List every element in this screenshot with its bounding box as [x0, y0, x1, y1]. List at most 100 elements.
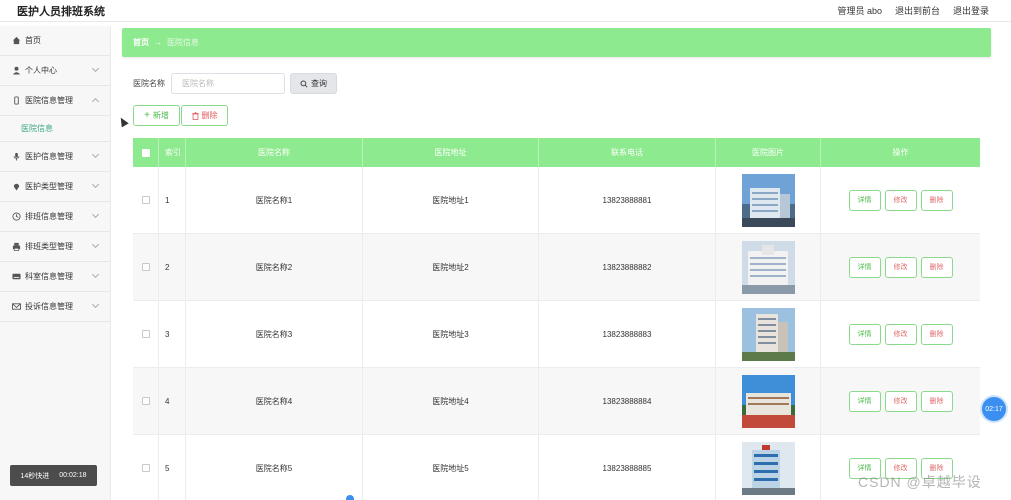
action-bar: + 新增 删除 — [133, 105, 228, 126]
add-button[interactable]: + 新增 — [133, 105, 180, 126]
delete-button[interactable]: 删除 — [920, 189, 953, 211]
row-phone: 13823888883 — [539, 301, 716, 367]
edit-button[interactable]: 修改 — [884, 189, 917, 211]
select-all-cell — [133, 138, 159, 167]
row-checkbox[interactable] — [141, 196, 150, 204]
row-index: 3 — [159, 301, 186, 367]
sidebar-item-medical-type[interactable]: 医护类型管理 — [0, 172, 110, 202]
home-icon — [11, 36, 21, 46]
column-header-name[interactable]: 医院名称 — [186, 138, 363, 167]
detail-button[interactable]: 详情 — [848, 390, 881, 412]
hospital-photo[interactable] — [741, 240, 795, 294]
app-title: 医护人员排班系统 — [17, 5, 105, 18]
row-phone: 13823888881 — [539, 167, 716, 233]
sidebar-item-label: 投诉信息管理 — [25, 302, 73, 311]
sidebar-item-personal-center[interactable]: 个人中心 — [0, 56, 110, 86]
csdn-watermark: CSDN @卓越毕设 — [858, 474, 982, 490]
sidebar-item-medical-staff-info[interactable]: 医护信息管理 — [0, 142, 110, 172]
chevron-up-icon — [91, 97, 100, 106]
breadcrumb-home[interactable]: 首页 — [133, 37, 149, 48]
edit-button[interactable]: 修改 — [884, 256, 917, 278]
printer-icon — [11, 242, 21, 252]
search-bar: 医院名称 查询 — [133, 73, 337, 94]
row-hospital-address: 医院地址3 — [363, 301, 539, 367]
table-header: 索引 医院名称 医院地址 联系电话 医院图片 操作 — [133, 138, 980, 167]
edit-button[interactable]: 修改 — [884, 390, 917, 412]
row-index: 2 — [159, 234, 186, 300]
row-hospital-address: 医院地址4 — [363, 368, 539, 434]
sidebar-item-schedule-info[interactable]: 排班信息管理 — [0, 202, 110, 232]
row-actions: 详情 修改 删除 — [821, 368, 980, 434]
sidebar-item-label: 医护信息管理 — [25, 152, 73, 161]
chevron-down-icon — [91, 64, 100, 73]
clock-icon — [11, 212, 21, 222]
sidebar-item-label: 个人中心 — [25, 66, 57, 75]
row-checkbox[interactable] — [141, 397, 150, 405]
column-header-image[interactable]: 医院图片 — [716, 138, 821, 167]
sidebar: 首页 个人中心 医院信息管理 医院信息 医护信息管理 医护类型管理 排班信息管理 — [0, 26, 111, 500]
sidebar-item-department-info[interactable]: 科室信息管理 — [0, 262, 110, 292]
row-actions: 详情 修改 删除 — [821, 234, 980, 300]
exit-to-front-link[interactable]: 退出到前台 — [895, 4, 940, 17]
breadcrumb-current: 医院信息 — [167, 38, 199, 47]
scroll-indicator[interactable] — [346, 495, 354, 500]
row-actions: 详情 修改 删除 — [821, 167, 980, 233]
detail-button[interactable]: 详情 — [848, 189, 881, 211]
search-button[interactable]: 查询 — [290, 73, 337, 94]
row-image-cell — [716, 167, 821, 233]
hospital-photo[interactable] — [741, 307, 795, 361]
sidebar-item-label: 医护类型管理 — [25, 182, 73, 191]
batch-delete-button[interactable]: 删除 — [181, 105, 228, 126]
delete-button-label: 删除 — [201, 111, 218, 120]
row-checkbox[interactable] — [141, 263, 150, 271]
submenu-item-hospital-info[interactable]: 医院信息 — [0, 116, 110, 142]
main-content: 首页 → 医院信息 医院名称 查询 + 新增 删除 索引 医院名称 医院地址 联… — [122, 28, 991, 500]
phone-icon — [11, 96, 21, 106]
hospital-name-search-input[interactable] — [171, 73, 285, 94]
hospital-photo[interactable] — [741, 173, 795, 227]
sidebar-item-label: 首页 — [25, 36, 41, 45]
row-checkbox[interactable] — [141, 330, 150, 338]
row-index: 5 — [159, 435, 186, 500]
timer-speed-label: 14秒快进 — [20, 472, 50, 480]
row-hospital-address: 医院地址5 — [363, 435, 539, 500]
chevron-down-icon — [91, 240, 100, 249]
row-hospital-name: 医院名称3 — [186, 301, 363, 367]
plus-icon: + — [144, 109, 150, 121]
admin-user-label[interactable]: 管理员 abo — [837, 4, 882, 17]
row-image-cell — [716, 301, 821, 367]
delete-button[interactable]: 删除 — [920, 323, 953, 345]
row-select-cell — [133, 368, 159, 434]
sidebar-item-complaint-info[interactable]: 投诉信息管理 — [0, 292, 110, 322]
edit-button[interactable]: 修改 — [884, 323, 917, 345]
trash-icon — [191, 111, 199, 120]
delete-button[interactable]: 删除 — [920, 256, 953, 278]
row-hospital-address: 医院地址1 — [363, 167, 539, 233]
detail-button[interactable]: 详情 — [848, 323, 881, 345]
breadcrumb-separator: → — [154, 38, 162, 47]
column-header-phone[interactable]: 联系电话 — [539, 138, 716, 167]
row-checkbox[interactable] — [141, 464, 150, 472]
user-icon — [11, 66, 21, 76]
pin-icon — [11, 182, 21, 192]
sidebar-item-home[interactable]: 首页 — [0, 26, 110, 56]
column-header-address[interactable]: 医院地址 — [363, 138, 539, 167]
hospital-photo[interactable] — [741, 441, 795, 495]
column-header-actions: 操作 — [892, 148, 909, 157]
mic-icon — [11, 152, 21, 162]
floating-timer-badge[interactable]: 02:17 — [982, 397, 1006, 421]
row-select-cell — [133, 435, 159, 500]
table-row: 2 医院名称2 医院地址2 13823888882 详情 修改 删除 — [133, 234, 980, 301]
delete-button[interactable]: 删除 — [920, 390, 953, 412]
sidebar-item-hospital-info[interactable]: 医院信息管理 — [0, 86, 110, 116]
sidebar-item-schedule-type[interactable]: 排班类型管理 — [0, 232, 110, 262]
add-button-label: 新增 — [152, 111, 169, 120]
keyboard-icon — [11, 272, 21, 282]
logout-link[interactable]: 退出登录 — [953, 4, 989, 17]
row-hospital-address: 医院地址2 — [363, 234, 539, 300]
select-all-checkbox[interactable] — [141, 148, 150, 157]
sidebar-item-label: 科室信息管理 — [25, 272, 73, 281]
detail-button[interactable]: 详情 — [848, 256, 881, 278]
hospital-photo[interactable] — [741, 374, 795, 428]
top-links: 管理员 abo 退出到前台 退出登录 — [837, 4, 989, 17]
